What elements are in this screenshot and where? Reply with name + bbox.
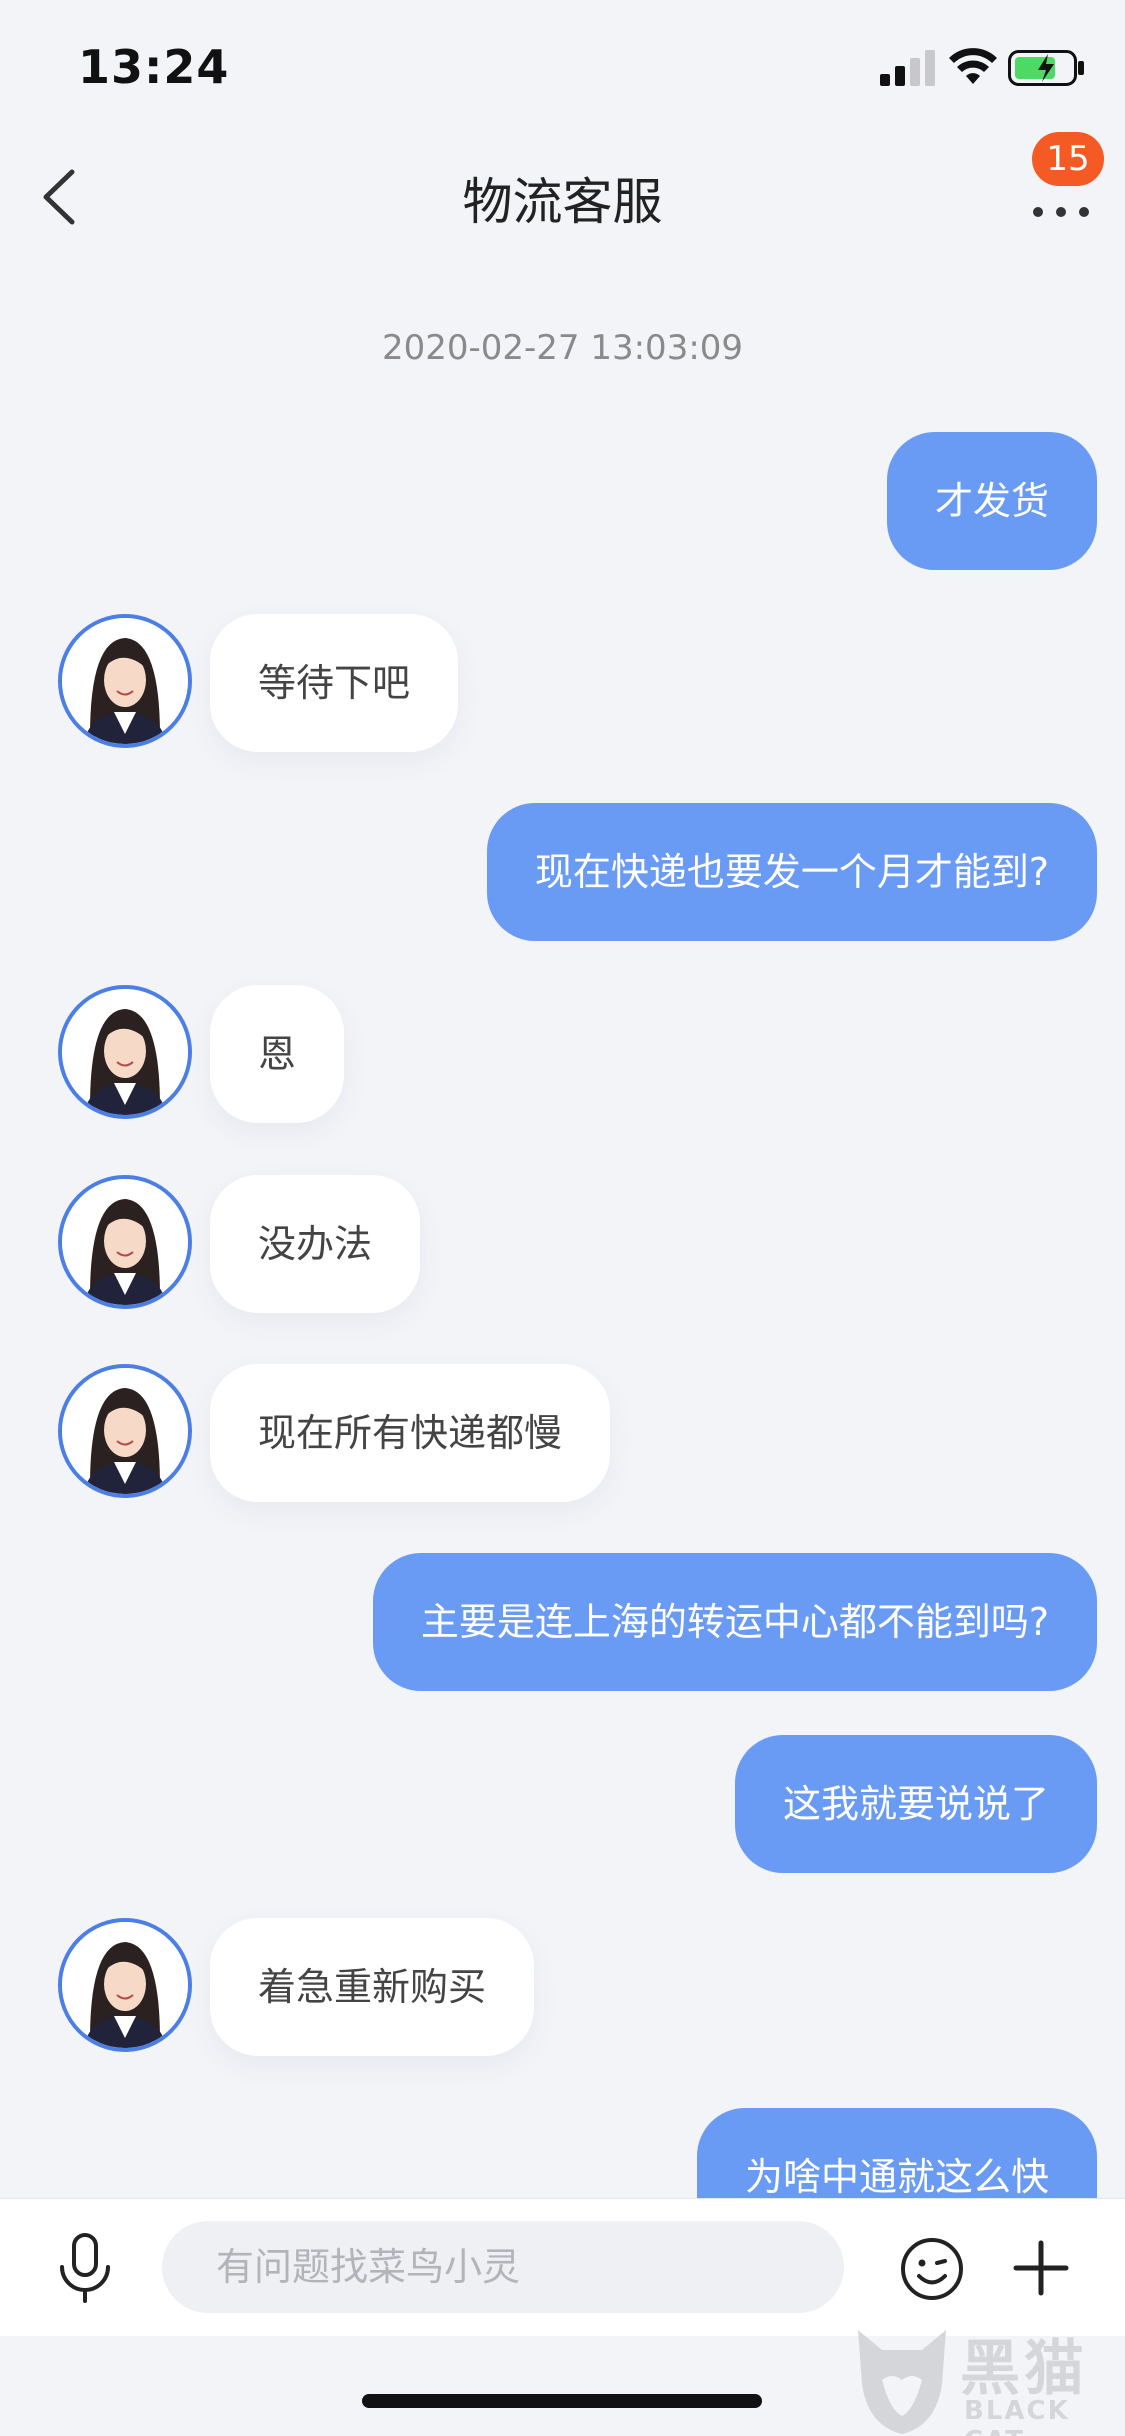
more-icon[interactable] (1026, 182, 1096, 222)
chat-timestamp: 2020-02-27 13:03:09 (381, 328, 744, 368)
agent-message-bubble[interactable]: 等待下吧 (210, 614, 459, 752)
agent-avatar[interactable] (58, 1364, 192, 1498)
my-message-bubble[interactable]: 主要是连上海的转运中心都不能到吗? (372, 1553, 1097, 1691)
my-message-bubble[interactable]: 才发货 (886, 432, 1097, 570)
agent-avatar[interactable] (58, 1918, 192, 2052)
home-indicator[interactable] (362, 2394, 762, 2408)
agent-avatar[interactable] (58, 985, 192, 1119)
page-title: 物流客服 (462, 173, 663, 231)
agent-avatar-image (62, 989, 188, 1115)
cat-logo-icon (858, 2330, 946, 2434)
watermark: 黑猫 BLACK CAT (852, 2320, 1125, 2436)
battery-icon (1008, 50, 1084, 86)
agent-avatar-image (62, 1922, 188, 2048)
agent-avatar-image (62, 1368, 188, 1494)
status-time: 13:24 (78, 40, 230, 94)
agent-message-bubble[interactable]: 没办法 (210, 1175, 421, 1313)
my-message-bubble[interactable]: 这我就要说说了 (734, 1735, 1097, 1873)
agent-message-bubble[interactable]: 恩 (210, 985, 345, 1123)
emoji-icon[interactable] (900, 2237, 964, 2301)
plus-icon[interactable] (1010, 2237, 1072, 2299)
status-bar: 13:24 (0, 0, 1125, 132)
message-input[interactable] (162, 2221, 844, 2313)
agent-message-bubble[interactable]: 现在所有快递都慢 (210, 1364, 611, 1502)
watermark-en: BLACK CAT (964, 2396, 1070, 2436)
nav-bar: 物流客服 15 (0, 132, 1125, 262)
agent-avatar-image (62, 618, 188, 744)
agent-avatar[interactable] (58, 614, 192, 748)
notification-badge: 15 (1032, 132, 1104, 186)
my-message-bubble[interactable]: 现在快递也要发一个月才能到? (486, 803, 1097, 941)
wifi-icon (949, 48, 997, 84)
agent-avatar[interactable] (58, 1175, 192, 1309)
mic-icon[interactable] (52, 2233, 118, 2303)
signal-icon (880, 50, 935, 86)
input-bar (0, 2198, 1125, 2336)
agent-message-bubble[interactable]: 着急重新购买 (210, 1918, 535, 2056)
watermark-cn: 黑猫 (960, 2334, 1088, 2404)
agent-avatar-image (62, 1179, 188, 1305)
